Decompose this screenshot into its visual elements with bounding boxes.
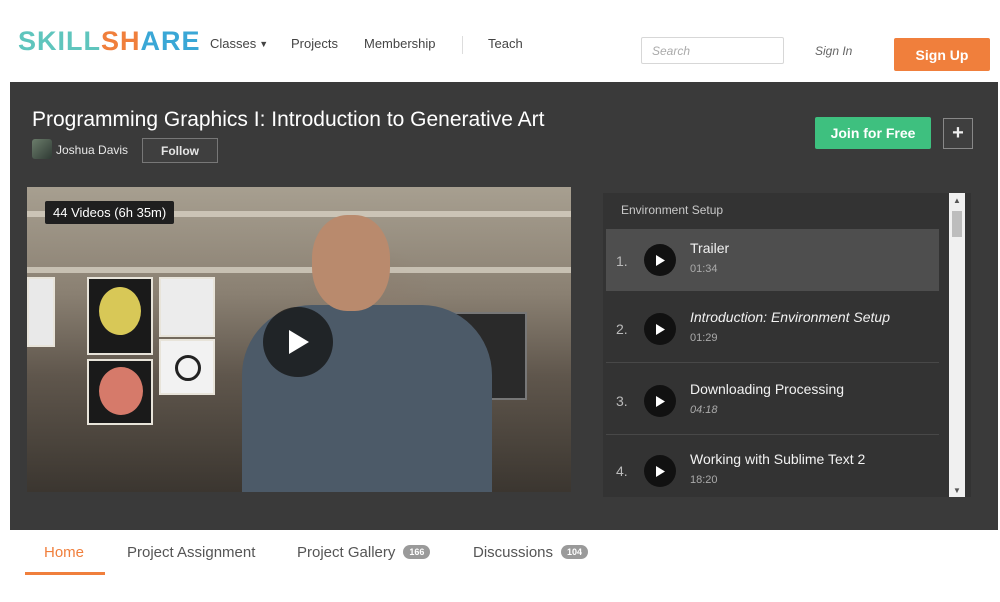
lesson-title: Trailer — [690, 240, 730, 256]
play-icon — [289, 330, 309, 354]
video-count-badge: 44 Videos (6h 35m) — [45, 201, 175, 224]
wall-artwork — [87, 359, 153, 425]
playlist-section-title: Environment Setup — [621, 203, 724, 217]
lesson-duration: 18:20 — [690, 474, 718, 486]
lesson-play-button[interactable] — [644, 244, 676, 276]
chevron-down-icon: ▼ — [259, 39, 269, 49]
playlist-item[interactable]: 2. Introduction: Environment Setup 01:29 — [606, 293, 939, 363]
scroll-down-arrow-icon[interactable]: ▼ — [949, 483, 965, 497]
sign-in-link[interactable]: Sign In — [815, 44, 852, 58]
scrollbar-thumb[interactable] — [952, 211, 962, 237]
background-shelf — [27, 267, 571, 273]
count-badge: 104 — [561, 545, 589, 559]
lesson-title: Introduction: Environment Setup — [690, 309, 891, 325]
course-title: Programming Graphics I: Introduction to … — [32, 108, 545, 131]
lesson-duration: 01:29 — [690, 332, 718, 344]
author-name[interactable]: Joshua Davis — [56, 143, 128, 157]
scroll-up-arrow-icon[interactable]: ▲ — [949, 193, 965, 207]
nav-teach[interactable]: Teach — [488, 36, 523, 51]
wall-artwork — [87, 277, 153, 355]
lesson-title: Downloading Processing — [690, 381, 845, 397]
playlist-scrollbar[interactable]: ▲ ▼ — [949, 193, 965, 497]
join-for-free-button[interactable]: Join for Free — [815, 117, 931, 149]
video-player[interactable]: 44 Videos (6h 35m) — [27, 187, 571, 492]
lesson-play-button[interactable] — [644, 455, 676, 487]
active-tab-indicator — [25, 572, 105, 575]
wall-artwork — [159, 339, 215, 395]
wall-artwork — [159, 277, 215, 337]
playlist-item[interactable]: 1. Trailer 01:34 — [606, 229, 939, 291]
nav-membership[interactable]: Membership — [364, 36, 436, 51]
top-navigation-bar: SKILLSHARE Classes ▼ Projects Membership … — [0, 0, 1000, 82]
play-video-button[interactable] — [263, 307, 333, 377]
nav-classes[interactable]: Classes ▼ — [210, 36, 268, 51]
author-avatar[interactable] — [32, 139, 52, 159]
play-icon — [656, 323, 665, 335]
lesson-play-button[interactable] — [644, 385, 676, 417]
add-to-list-button[interactable]: + — [943, 118, 973, 149]
tab-discussions[interactable]: Discussions 104 — [473, 544, 589, 561]
wall-artwork — [27, 277, 55, 347]
play-icon — [656, 254, 665, 266]
follow-button[interactable]: Follow — [142, 138, 218, 163]
lesson-play-button[interactable] — [644, 313, 676, 345]
search-input[interactable] — [641, 37, 784, 64]
lesson-playlist: Environment Setup 1. Trailer 01:34 2. In… — [603, 193, 971, 497]
tab-project-gallery[interactable]: Project Gallery 166 — [297, 544, 431, 561]
tab-project-assignment[interactable]: Project Assignment — [127, 544, 255, 561]
play-icon — [656, 465, 665, 477]
play-icon — [656, 395, 665, 407]
sign-up-button[interactable]: Sign Up — [894, 38, 990, 71]
count-badge: 166 — [403, 545, 431, 559]
nav-divider — [462, 36, 463, 54]
nav-projects[interactable]: Projects — [291, 36, 338, 51]
instructor-head — [312, 215, 390, 311]
skillshare-logo[interactable]: SKILLSHARE — [18, 26, 201, 57]
course-tabs: Home Project Assignment Project Gallery 1… — [0, 530, 1000, 602]
playlist-item[interactable]: 4. Working with Sublime Text 2 18:20 — [606, 437, 939, 497]
tab-home[interactable]: Home — [44, 544, 84, 561]
lesson-duration: 04:18 — [690, 404, 718, 416]
playlist-item[interactable]: 3. Downloading Processing 04:18 — [606, 365, 939, 435]
lesson-duration: 01:34 — [690, 263, 718, 275]
course-hero: Programming Graphics I: Introduction to … — [10, 82, 998, 530]
lesson-title: Working with Sublime Text 2 — [690, 451, 866, 467]
